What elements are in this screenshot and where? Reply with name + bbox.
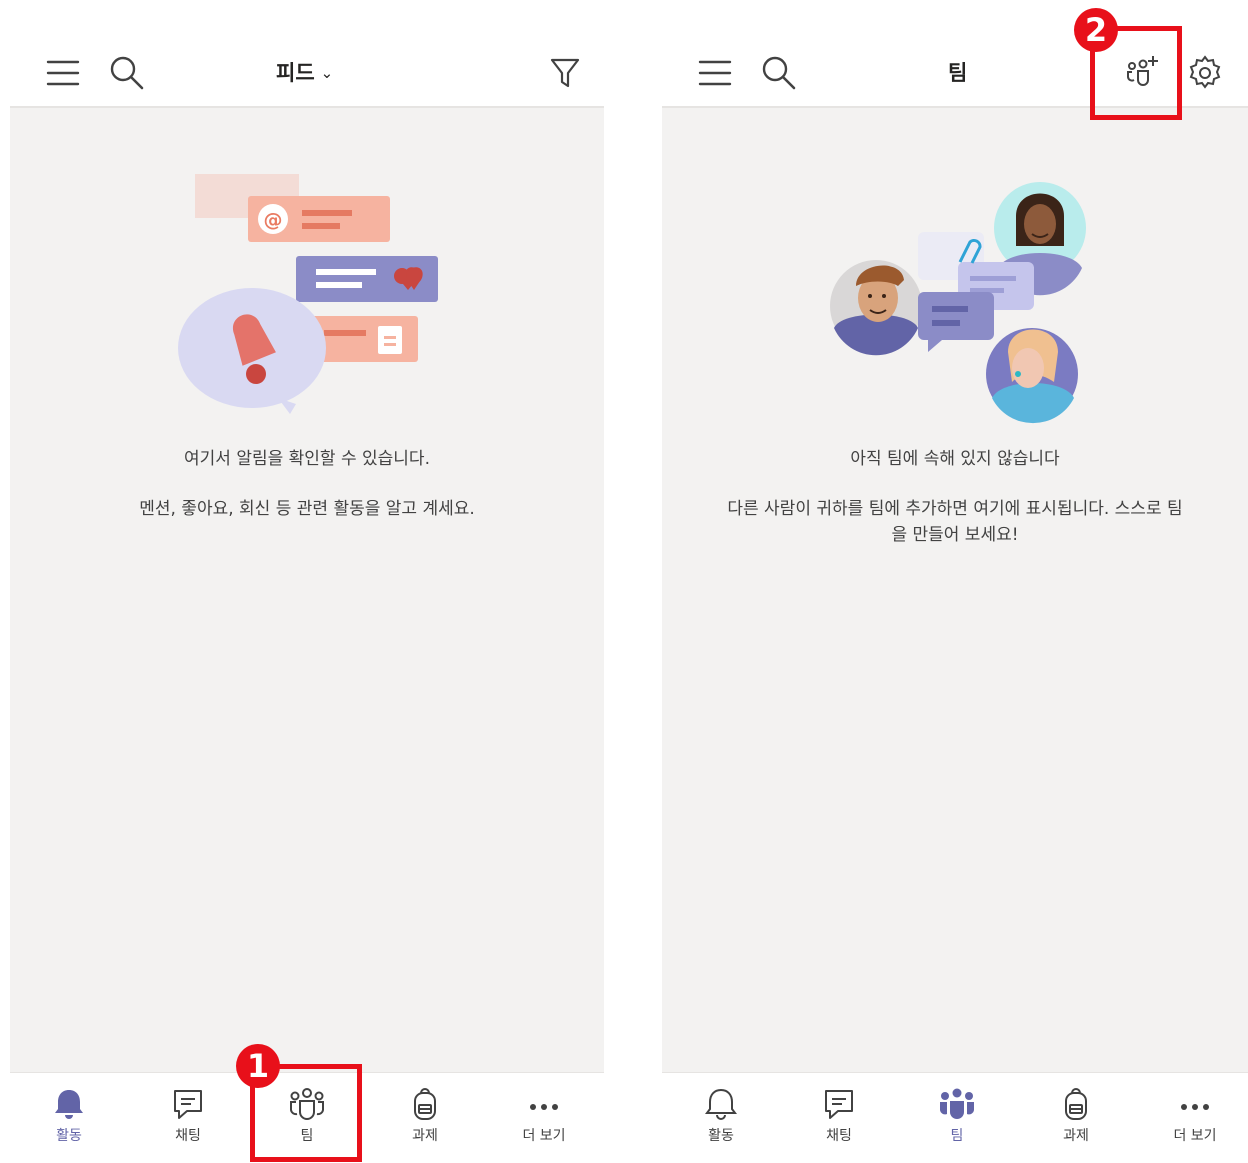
search-icon[interactable]	[760, 54, 798, 92]
notifications-illustration: @	[178, 174, 438, 414]
nav-tab-assignments[interactable]: 과제	[380, 1087, 470, 1145]
nav-label: 더 보기	[1173, 1128, 1217, 1144]
nav-label: 과제	[412, 1128, 438, 1144]
chat-icon	[174, 1090, 202, 1119]
backpack-icon	[1065, 1088, 1087, 1120]
nav-label: 더 보기	[522, 1128, 566, 1144]
hamburger-menu-icon[interactable]	[44, 54, 82, 92]
nav-tab-activity[interactable]: 활동	[24, 1087, 114, 1145]
more-dots-icon	[1181, 1104, 1209, 1110]
bell-icon	[55, 1090, 83, 1119]
empty-state-title: 여기서 알림을 확인할 수 있습니다.	[184, 449, 430, 469]
step1-badge: 1	[236, 1044, 280, 1088]
bottom-navigation: 활동 채팅 팀 과제 더 보기	[662, 1072, 1248, 1163]
nav-tab-assignments[interactable]: 과제	[1031, 1087, 1121, 1145]
nav-tab-activity[interactable]: 활동	[676, 1087, 766, 1145]
right-screen-teams: 팀 아직 팀에 속해 있지 않습니다 다른 사람이 귀하를 팀에 추가하면 여기…	[662, 0, 1248, 1163]
nav-label: 채팅	[826, 1128, 852, 1144]
settings-gear-icon[interactable]	[1186, 54, 1224, 92]
teams-empty-state: 아직 팀에 속해 있지 않습니다 다른 사람이 귀하를 팀에 추가하면 여기에 …	[662, 108, 1248, 1072]
nav-label: 활동	[56, 1128, 82, 1144]
feed-dropdown[interactable]: 피드 ⌄	[276, 58, 333, 90]
more-dots-icon	[530, 1104, 558, 1110]
nav-tab-more[interactable]: 더 보기	[499, 1087, 589, 1145]
step2-badge: 2	[1074, 8, 1118, 52]
nav-label: 채팅	[175, 1128, 201, 1144]
empty-state-title: 아직 팀에 속해 있지 않습니다	[850, 449, 1060, 469]
empty-state-body: 멘션, 좋아요, 회신 등 관련 활동을 알고 계세요.	[139, 499, 475, 519]
nav-label: 활동	[708, 1128, 734, 1144]
teams-icon	[940, 1088, 974, 1119]
activity-empty-state: @ 여기서 알림을 확인할 수 있습니다. 멘션, 좋아요, 회신 등 관련 활…	[10, 108, 604, 1072]
nav-label: 과제	[1063, 1128, 1089, 1144]
filter-icon[interactable]	[546, 54, 584, 92]
nav-tab-chat[interactable]: 채팅	[143, 1087, 233, 1145]
nav-label: 팀	[950, 1128, 964, 1144]
empty-state-body: 다른 사람이 귀하를 팀에 추가하면 여기에 표시됩니다. 스스로 팀을 만들어…	[727, 499, 1183, 545]
nav-tab-teams[interactable]: 팀	[912, 1087, 1002, 1145]
svg-text:@: @	[264, 209, 283, 231]
backpack-icon	[414, 1088, 436, 1120]
search-icon[interactable]	[108, 54, 146, 92]
chat-icon	[825, 1090, 853, 1119]
bell-icon	[705, 1088, 737, 1120]
nav-tab-chat[interactable]: 채팅	[794, 1087, 884, 1145]
nav-tab-more[interactable]: 더 보기	[1150, 1087, 1240, 1145]
teams-people-illustration	[830, 182, 1086, 424]
page-title: 피드	[276, 61, 315, 85]
page-title: 팀	[948, 61, 968, 85]
app-header: 피드 ⌄	[10, 40, 604, 108]
chevron-down-icon: ⌄	[320, 64, 334, 82]
hamburger-menu-icon[interactable]	[696, 54, 734, 92]
left-screen-activity: 피드 ⌄ @ 여기서 알림을 확인할 수 있습니다. 멘션, 좋아요, 회신 등…	[10, 0, 604, 1163]
